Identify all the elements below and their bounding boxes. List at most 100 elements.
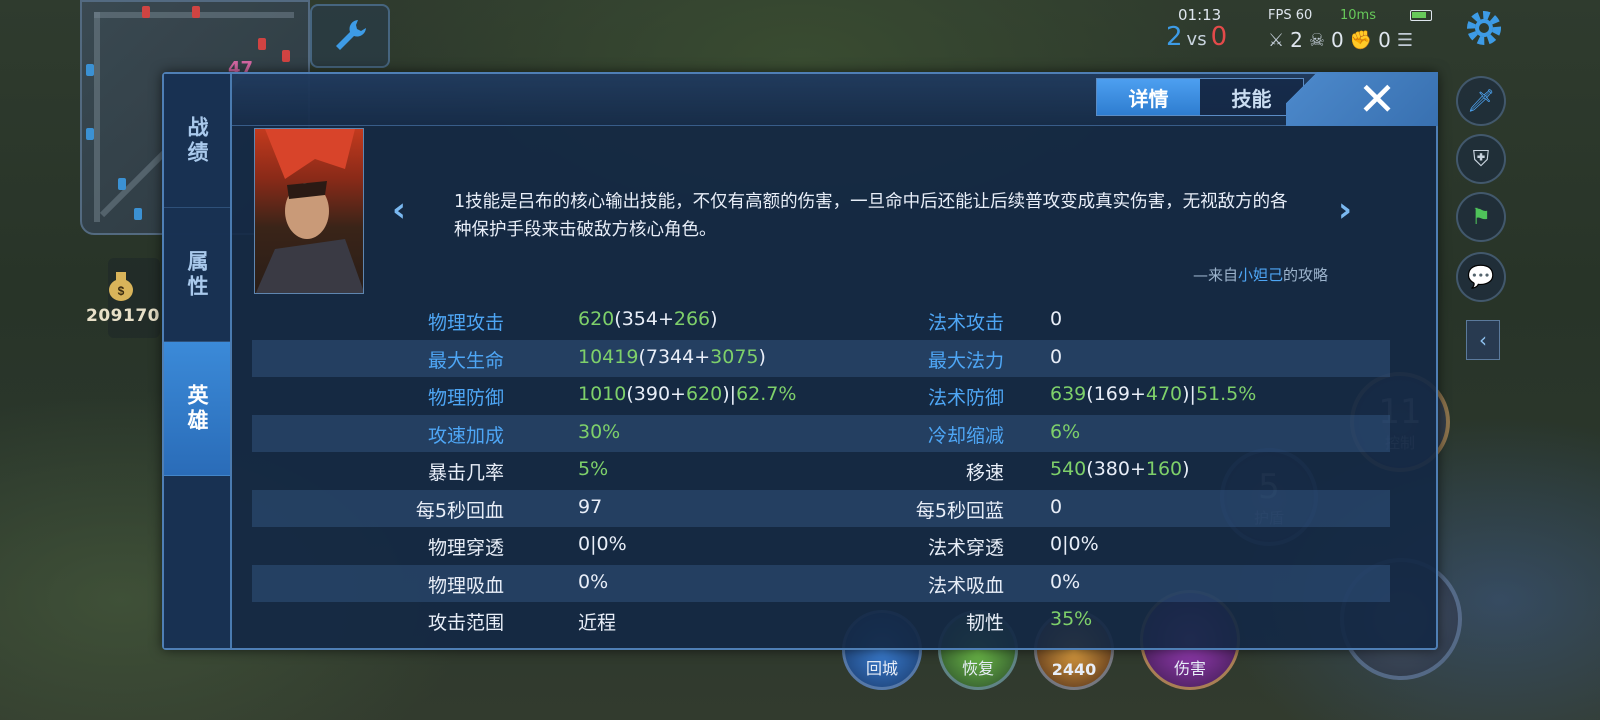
side-tab-attributes[interactable]: 属性 <box>164 208 230 342</box>
stat-label: 每5秒回血 <box>415 499 504 522</box>
stat-value: 0 <box>1050 495 1063 518</box>
stat-value: 1010(390+620)|62.7% <box>578 383 797 405</box>
chat-button[interactable]: 💬 <box>1456 252 1506 302</box>
red-score: 0 <box>1210 22 1228 52</box>
stat-row: 攻击范围 近程 韧性 35% <box>252 602 1390 640</box>
battery-icon <box>1410 10 1432 21</box>
team-score: 2 vs 0 <box>1166 22 1227 52</box>
stat-label: 每5秒回蓝 <box>915 499 1004 522</box>
item-value: 2440 <box>1051 660 1097 679</box>
source-prefix: —来自 <box>1192 266 1238 284</box>
side-tab-hero[interactable]: 英雄 <box>164 342 230 476</box>
stat-label: 移速 <box>965 462 1004 484</box>
stat-label: 最大法力 <box>927 349 1004 372</box>
deaths-count: 0 <box>1331 28 1344 52</box>
heal-label: 恢复 <box>961 659 994 678</box>
svg-text:$: $ <box>118 284 125 298</box>
money-bag-icon: $ <box>109 272 133 301</box>
gather-signal-button[interactable]: ⚑ <box>1456 192 1506 242</box>
stat-value: 0% <box>578 570 609 593</box>
stat-row: 攻速加成 30% 冷却缩减 6% <box>252 414 1390 452</box>
stat-value: 639(169+470)|51.5% <box>1050 383 1257 405</box>
defend-signal-button[interactable]: ⛨ <box>1456 134 1506 184</box>
sword-icon: 🗡 <box>1467 88 1495 114</box>
hero-stats-panel: 战绩 属性 英雄 详情 技能 ✕ ‹ › 1技能是吕布的核心输出技能，不仅有高额… <box>162 72 1438 650</box>
stat-row: 物理穿透 0|0% 法术穿透 0|0% <box>252 527 1390 565</box>
hero-tip-text: 1技能是吕布的核心输出技能，不仅有高额的伤害，一旦命中后还能让后续普攻变成真实伤… <box>454 192 1288 240</box>
blue-score: 2 <box>1166 22 1183 52</box>
side-tab-record[interactable]: 战绩 <box>164 74 230 208</box>
stat-label: 法术吸血 <box>927 574 1004 597</box>
stat-value: 540(380+160) <box>1050 458 1190 480</box>
stat-label: 冷却缩减 <box>927 424 1004 447</box>
stat-row: 暴击几率 5% 移速 540(380+160) <box>252 452 1390 490</box>
stat-label: 韧性 <box>965 612 1004 634</box>
shield-icon: ⛨ <box>1472 146 1490 172</box>
stat-label: 攻速加成 <box>427 424 504 447</box>
fist-icon: ✊ <box>1349 29 1373 51</box>
stat-label: 法术防御 <box>927 387 1004 409</box>
flag-icon: ⚑ <box>1471 204 1491 230</box>
stat-label: 物理穿透 <box>427 537 504 559</box>
stat-row: 物理攻击 620(354+266) 法术攻击 0 <box>252 302 1390 340</box>
stat-value: 10419(7344+3075) <box>578 345 766 368</box>
prev-tip-button[interactable]: ‹ <box>392 190 406 230</box>
stat-label: 最大生命 <box>427 349 504 372</box>
tab-details[interactable]: 详情 <box>1097 79 1200 115</box>
stat-label: 物理防御 <box>427 387 504 409</box>
gear-icon[interactable] <box>1462 6 1506 50</box>
top-tabs: 详情 技能 <box>1096 78 1304 116</box>
damage-label: 伤害 <box>1173 659 1206 678</box>
stat-value: 0|0% <box>578 533 627 555</box>
stat-value: 97 <box>578 495 603 518</box>
stat-value: 0% <box>1050 570 1081 593</box>
stat-value: 35% <box>1050 608 1093 630</box>
kills-count: 2 <box>1290 28 1303 52</box>
stat-value: 0|0% <box>1050 533 1099 555</box>
stat-row: 物理吸血 0% 法术吸血 0% <box>252 564 1390 602</box>
chat-icon: 💬 <box>1467 264 1495 290</box>
side-tabs: 战绩 属性 英雄 <box>164 74 232 648</box>
stat-label: 攻击范围 <box>427 612 504 634</box>
tip-source: —来自小妲己的攻略 <box>1193 264 1328 285</box>
stat-label: 法术攻击 <box>927 312 1004 334</box>
stat-label: 物理吸血 <box>427 574 504 597</box>
stat-value: 5% <box>578 458 609 480</box>
score-vs: vs <box>1186 29 1207 50</box>
stat-value: 0 <box>1050 345 1063 368</box>
collapse-button[interactable]: ‹ <box>1466 320 1500 360</box>
stat-value: 6% <box>1050 420 1081 443</box>
stat-row: 物理防御 1010(390+620)|62.7% 法术防御 639(169+47… <box>252 377 1390 415</box>
kda-readout[interactable]: ⚔ 2 ☠ 0 ✊ 0 ☰ <box>1268 28 1413 52</box>
chevron-right-icon: › <box>1338 190 1353 230</box>
stat-label: 暴击几率 <box>427 462 504 484</box>
gold-amount: 209170 <box>86 306 160 326</box>
close-icon: ✕ <box>1357 72 1397 126</box>
stat-value: 620(354+266) <box>578 308 718 330</box>
ping-readout: 10ms <box>1340 8 1376 23</box>
stats-table: 物理攻击 620(354+266) 法术攻击 0 最大生命 10419(7344… <box>252 302 1390 640</box>
stat-value: 0 <box>1050 308 1063 330</box>
stat-label: 法术穿透 <box>927 537 1004 559</box>
stat-row: 每5秒回血 97 每5秒回蓝 0 <box>252 489 1390 527</box>
source-author[interactable]: 小妲己 <box>1238 266 1283 284</box>
chevron-left-icon: ‹ <box>1479 328 1487 352</box>
fps-readout: FPS 60 <box>1268 8 1313 23</box>
next-tip-button[interactable]: › <box>1338 190 1352 230</box>
attack-signal-button[interactable]: 🗡 <box>1456 76 1506 126</box>
chevron-left-icon: ‹ <box>392 190 407 230</box>
wrench-icon <box>336 20 366 50</box>
stat-value: 近程 <box>578 612 617 634</box>
stat-value: 30% <box>578 420 621 443</box>
close-button[interactable]: ✕ <box>1286 72 1438 126</box>
hero-portrait <box>254 128 364 294</box>
stat-label: 物理攻击 <box>427 312 504 334</box>
panel-header: 详情 技能 ✕ <box>232 72 1438 126</box>
recall-label: 回城 <box>865 659 898 678</box>
assists-count: 0 <box>1378 28 1391 52</box>
skull-icon: ☠ <box>1308 29 1326 51</box>
source-suffix: 的攻略 <box>1282 266 1328 284</box>
settings-wrench-button[interactable] <box>310 4 390 68</box>
list-icon: ☰ <box>1396 29 1414 51</box>
sword-icon: ⚔ <box>1268 29 1285 51</box>
